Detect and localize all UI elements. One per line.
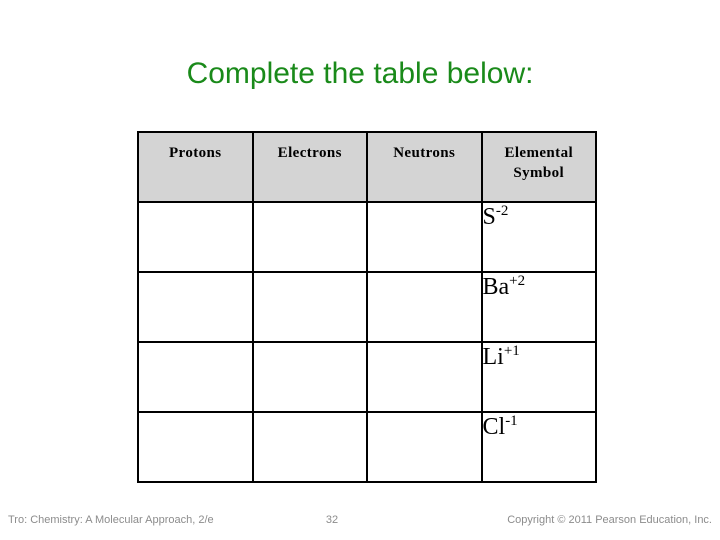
cell-neutrons[interactable] xyxy=(366,341,483,413)
table-header-row: Protons Electrons Neutrons Elemental Sym… xyxy=(137,131,597,203)
cell-neutrons[interactable] xyxy=(366,411,483,483)
table-row: Li+1 xyxy=(137,341,597,413)
footer-source-text: Tro: Chemistry: A Molecular Approach, 2/… xyxy=(8,514,214,526)
cell-electrons[interactable] xyxy=(251,411,368,483)
table-header: Protons Electrons Neutrons Elemental Sym… xyxy=(137,131,597,203)
slide-footer: Tro: Chemistry: A Molecular Approach, 2/… xyxy=(0,512,720,534)
table-body: S-2 Ba+2 Li+1 Cl-1 xyxy=(137,201,597,483)
column-header-elemental-symbol: Elemental Symbol xyxy=(480,131,597,203)
symbol-base: Ba xyxy=(482,274,510,300)
symbol-charge: -1 xyxy=(505,413,518,429)
element-table: Protons Electrons Neutrons Elemental Sym… xyxy=(137,131,597,483)
cell-neutrons[interactable] xyxy=(366,201,483,273)
cell-electrons[interactable] xyxy=(251,341,368,413)
table-container: Protons Electrons Neutrons Elemental Sym… xyxy=(137,131,597,483)
column-header-protons: Protons xyxy=(137,131,254,203)
cell-electrons[interactable] xyxy=(251,271,368,343)
cell-elemental-symbol: Ba+2 xyxy=(480,271,597,343)
slide-canvas: Complete the table below: Protons Electr… xyxy=(0,0,720,540)
cell-protons[interactable] xyxy=(137,201,254,273)
symbol-base: Cl xyxy=(482,414,506,440)
symbol-base: S xyxy=(482,204,496,230)
cell-neutrons[interactable] xyxy=(366,271,483,343)
cell-elemental-symbol: Li+1 xyxy=(480,341,597,413)
cell-elemental-symbol: S-2 xyxy=(480,201,597,273)
cell-protons[interactable] xyxy=(137,341,254,413)
cell-protons[interactable] xyxy=(137,271,254,343)
cell-electrons[interactable] xyxy=(251,201,368,273)
table-row: S-2 xyxy=(137,201,597,273)
page-title: Complete the table below: xyxy=(186,57,534,90)
footer-page-number: 32 xyxy=(325,514,339,526)
cell-elemental-symbol: Cl-1 xyxy=(480,411,597,483)
symbol-charge: +1 xyxy=(503,343,520,359)
symbol-charge: +2 xyxy=(509,273,526,289)
table-row: Ba+2 xyxy=(137,271,597,343)
column-header-electrons: Electrons xyxy=(251,131,368,203)
table-row: Cl-1 xyxy=(137,411,597,483)
symbol-charge: -2 xyxy=(495,203,509,219)
cell-protons[interactable] xyxy=(137,411,254,483)
footer-copyright-text: Copyright © 2011 Pearson Education, Inc. xyxy=(507,514,712,526)
column-header-neutrons: Neutrons xyxy=(366,131,483,203)
symbol-base: Li xyxy=(482,344,504,370)
